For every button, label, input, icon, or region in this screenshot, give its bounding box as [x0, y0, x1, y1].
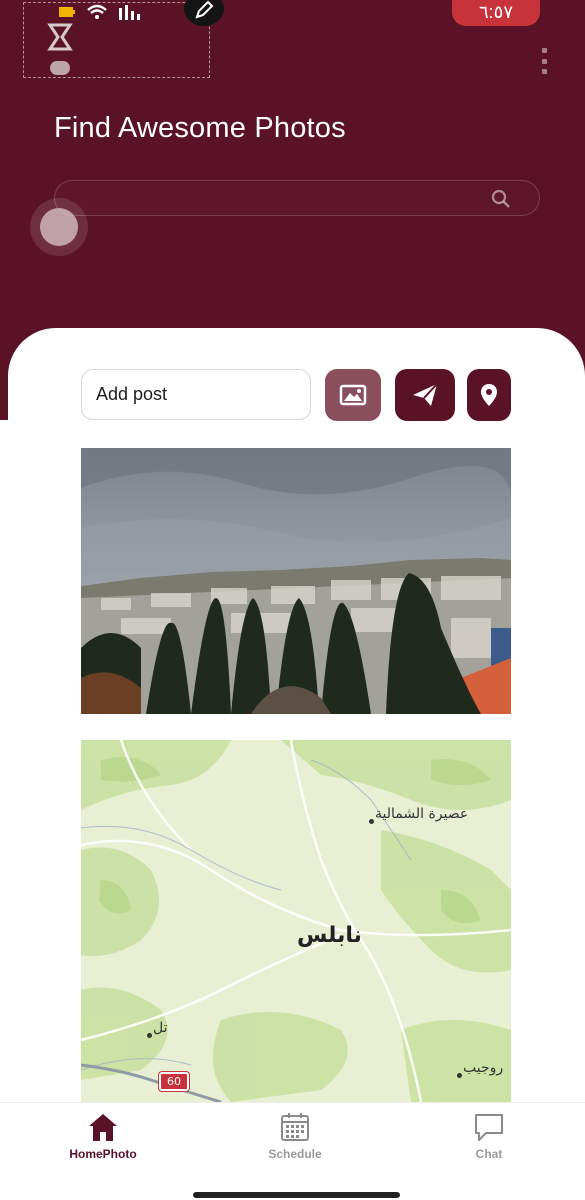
- map-marker-west: [147, 1033, 152, 1038]
- nav-item-homephoto[interactable]: HomePhoto: [48, 1111, 158, 1171]
- map-marker-east: [457, 1073, 462, 1078]
- more-options-icon[interactable]: [538, 48, 550, 74]
- home-icon: [89, 1114, 117, 1141]
- location-map[interactable]: عصيرة الشمالية نابلس تل روجيب 60: [81, 740, 511, 1102]
- nav-label-chat: Chat: [475, 1147, 503, 1161]
- app-logo-icon: [44, 21, 76, 75]
- nav-item-chat[interactable]: Chat: [434, 1111, 544, 1171]
- image-icon: [339, 384, 367, 406]
- map-label-east: روجيب: [463, 1060, 504, 1076]
- search-input[interactable]: [95, 187, 475, 211]
- pencil-icon: [195, 0, 214, 19]
- nav-label-homephoto: HomePhoto: [69, 1147, 137, 1161]
- road-shield: 60: [158, 1071, 190, 1092]
- status-time: ٦:٥٧: [452, 0, 540, 26]
- search-icon[interactable]: [491, 189, 511, 209]
- hourglass-icon: [47, 23, 73, 51]
- nav-label-schedule: Schedule: [268, 1147, 322, 1161]
- page-title: Find Awesome Photos: [54, 112, 346, 144]
- add-location-button[interactable]: [467, 369, 511, 421]
- touch-indicator: [30, 198, 88, 256]
- send-icon: [413, 383, 438, 406]
- search-bar[interactable]: [54, 180, 540, 216]
- map-label-north: عصيرة الشمالية: [375, 806, 469, 822]
- map-label-city: نابلس: [297, 923, 362, 948]
- location-icon: [481, 384, 497, 406]
- app-logo-frame: [23, 2, 210, 78]
- map-label-west: تل: [153, 1020, 168, 1036]
- map-canvas: [81, 740, 511, 1102]
- chat-bubble-icon: [475, 1114, 503, 1141]
- add-post-input[interactable]: [81, 369, 311, 420]
- landscape-photo: [81, 448, 511, 714]
- nav-item-schedule[interactable]: Schedule: [240, 1111, 350, 1171]
- send-post-button[interactable]: [395, 369, 455, 421]
- map-marker-north: [369, 819, 374, 824]
- calendar-icon: [281, 1113, 309, 1141]
- attach-image-button[interactable]: [325, 369, 381, 421]
- post-photo[interactable]: [81, 448, 511, 714]
- home-indicator: [193, 1192, 400, 1198]
- bottom-navigation: HomePhoto Schedule Chat: [0, 1102, 585, 1200]
